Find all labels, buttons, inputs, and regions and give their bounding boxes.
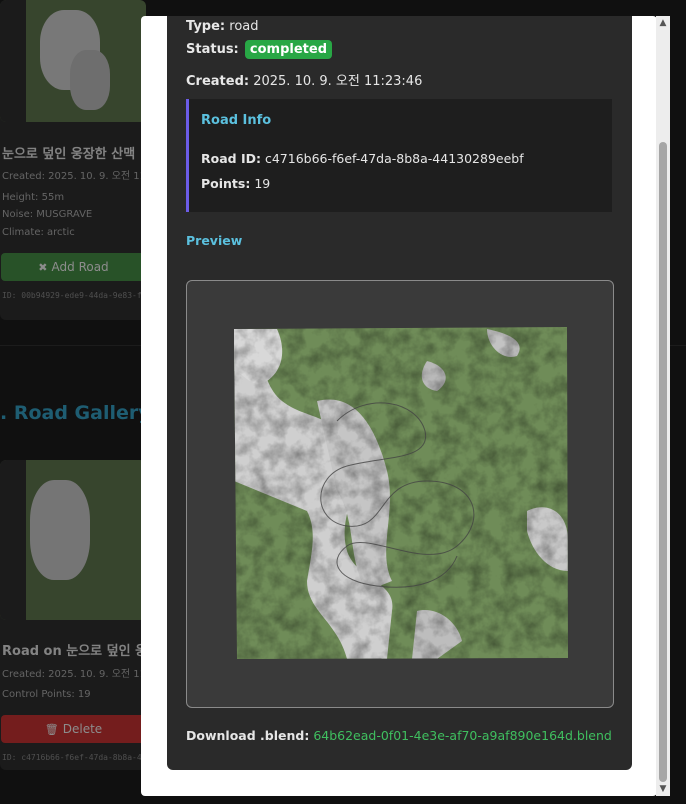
road-detail-panel: Type: road Status: completed Created: 20… <box>167 16 632 770</box>
preview-frame <box>186 280 614 708</box>
scrollbar-thumb[interactable] <box>659 142 667 782</box>
preview-label: Preview <box>186 233 243 248</box>
caret-down-icon[interactable]: ▼ <box>656 782 670 796</box>
type-value: road <box>229 19 259 34</box>
road-info-box: Road Info Road ID: c4716b66-f6ef-47da-8b… <box>186 99 612 212</box>
road-id-row: Road ID: c4716b66-f6ef-47da-8b8a-4413028… <box>201 151 524 166</box>
download-row: Download .blend: 64b62ead-0f01-4e3e-af70… <box>186 728 612 743</box>
road-detail-modal: Type: road Status: completed Created: 20… <box>141 16 657 796</box>
status-row: Status: completed <box>186 40 333 59</box>
points-row: Points: 19 <box>201 176 270 191</box>
type-row: Type: road <box>186 19 259 34</box>
created-value: 2025. 10. 9. 오전 11:23:46 <box>253 74 423 89</box>
type-label: Type: <box>186 19 226 34</box>
road-id-label: Road ID: <box>201 151 261 166</box>
modal-scrollbar[interactable]: ▲ ▼ <box>656 16 670 796</box>
status-label: Status: <box>186 42 239 57</box>
download-label: Download .blend: <box>186 728 310 743</box>
points-value: 19 <box>254 176 271 191</box>
created-row: Created: 2025. 10. 9. 오전 11:23:46 <box>186 70 422 89</box>
terrain-preview-image <box>234 327 568 659</box>
download-blend-link[interactable]: 64b62ead-0f01-4e3e-af70-a9af890e164d.ble… <box>313 728 612 743</box>
road-info-title: Road Info <box>201 113 272 128</box>
points-label: Points: <box>201 176 251 191</box>
created-label: Created: <box>186 74 250 89</box>
caret-up-icon[interactable]: ▲ <box>656 16 670 30</box>
road-id-value: c4716b66-f6ef-47da-8b8a-44130289eebf <box>264 151 524 166</box>
status-badge: completed <box>244 40 333 59</box>
